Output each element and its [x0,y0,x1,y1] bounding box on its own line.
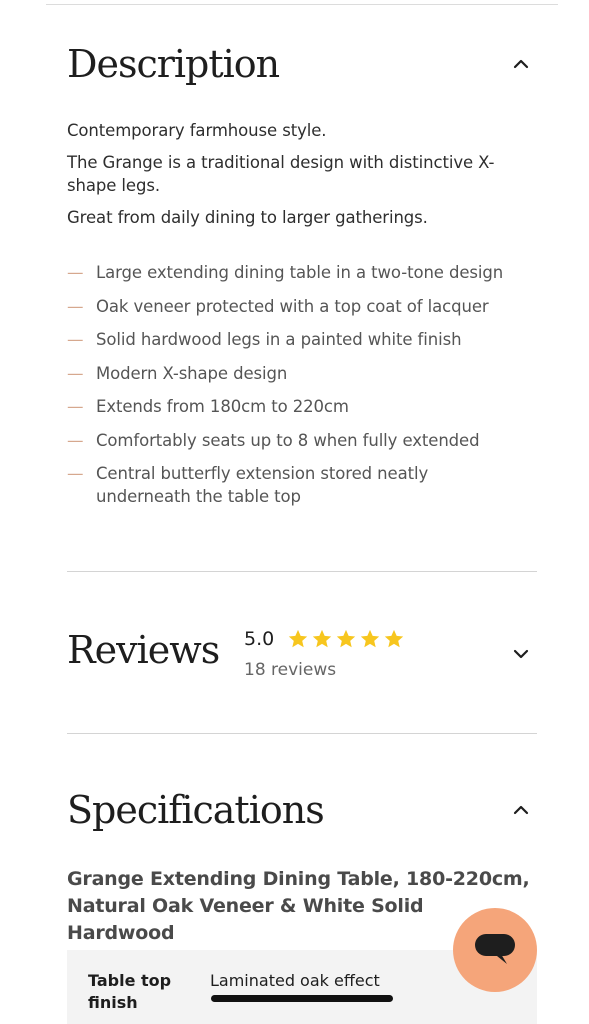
feature-text: Solid hardwood legs in a painted white f… [96,330,462,349]
spec-key: Table top finish [88,971,172,1012]
spec-value: Laminated oak effect [210,971,380,990]
feature-text: Extends from 180cm to 220cm [96,397,349,416]
chevron-up-icon[interactable] [509,52,533,76]
star-icon [384,629,404,648]
description-paragraph: Great from daily dining to larger gather… [67,208,428,227]
bullet-dash: — [67,464,84,483]
review-count[interactable]: 18 reviews [244,660,336,680]
feature-item: — Modern X-shape design [67,362,537,385]
bullet-dash: — [67,397,84,416]
chat-bubble-icon [475,934,515,964]
feature-item: — Oak veneer protected with a top coat of… [67,295,537,318]
chevron-up-icon[interactable] [509,798,533,822]
section-divider [67,571,537,572]
star-icon [312,629,332,648]
bullet-dash: — [67,430,84,450]
feature-text: Central butterfly extension stored neatl… [96,464,429,506]
home-indicator[interactable] [211,995,393,1002]
reviews-title[interactable]: Reviews [67,628,220,672]
feature-text: Modern X-shape design [96,363,288,383]
feature-item: — Extends from 180cm to 220cm [67,395,537,418]
star-icon [360,629,380,648]
bullet-dash: — [67,263,84,282]
bullet-dash: — [67,363,84,383]
chevron-down-icon[interactable] [509,642,533,666]
feature-item: — Solid hardwood legs in a painted white … [67,328,537,351]
feature-text: Comfortably seats up to 8 when fully ext… [96,430,480,450]
star-icon [336,629,356,648]
top-divider [46,4,558,5]
bullet-dash: — [67,296,84,316]
feature-item: — Central butterfly extension stored neat… [67,462,487,508]
rating-value: 5.0 [244,628,275,650]
bullet-dash: — [67,330,84,349]
description-title: Description [67,42,280,86]
chat-button[interactable] [453,908,537,992]
feature-item: — Comfortably seats up to 8 when fully ex… [67,429,537,452]
feature-item: — Large extending dining table in a two-t… [67,261,537,284]
feature-text: Oak veneer protected with a top coat of … [96,296,489,316]
star-rating [287,628,405,650]
feature-list: — Large extending dining table in a two-t… [67,261,537,519]
section-divider [67,733,537,734]
feature-text: Large extending dining table in a two-to… [96,263,504,282]
description-paragraph: The Grange is a traditional design with … [67,153,495,195]
star-icon [288,629,308,648]
specifications-title: Specifications [67,788,325,832]
description-paragraph: Contemporary farmhouse style. [67,121,327,140]
